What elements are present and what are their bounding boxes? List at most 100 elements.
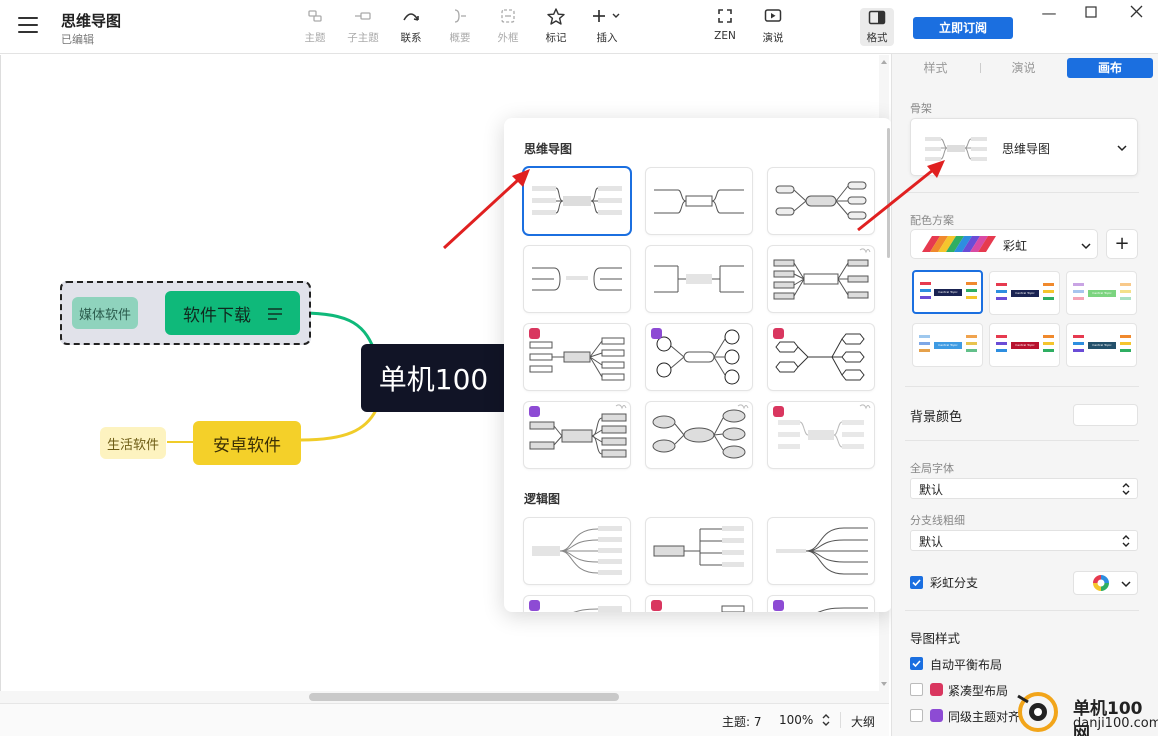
structure-card-hexagon-locked[interactable] [768, 324, 874, 390]
minimize-icon[interactable]: — [1034, 4, 1064, 22]
topic-software-download-label: 软件下载 [183, 305, 251, 326]
global-font-label: 全局字体 [910, 462, 954, 475]
lock-icon [773, 406, 784, 417]
structure-card-balanced[interactable] [646, 168, 752, 234]
maximize-icon[interactable] [1076, 4, 1106, 22]
chevron-down-icon [1121, 581, 1131, 588]
structure-card-cards-locked[interactable] [524, 402, 630, 468]
compact-layout-checkbox[interactable] [910, 683, 923, 696]
topic-android-software[interactable]: 安卓软件 [193, 421, 301, 465]
layout-style-title: 导图样式 [910, 631, 961, 646]
menu-icon[interactable] [18, 17, 38, 33]
insert-button[interactable]: 插入 [585, 8, 629, 45]
theme-thumbnail[interactable]: Central Topic [912, 270, 983, 314]
global-font-select[interactable]: 默认 [910, 478, 1138, 499]
global-font-value: 默认 [919, 483, 944, 497]
zen-button[interactable]: ZEN [703, 8, 747, 42]
structure-card-logic-dashed[interactable] [646, 518, 752, 584]
lock-icon [651, 328, 662, 339]
line-width-select[interactable]: 默认 [910, 530, 1138, 551]
theme-thumbnail[interactable]: Central Topic [989, 323, 1060, 367]
structure-card-timeline-mindmap[interactable] [646, 246, 752, 312]
theme-thumbnail[interactable]: Central Topic [989, 271, 1060, 315]
skeleton-select[interactable]: 思维导图 [910, 118, 1138, 176]
topic-label: 主题 [304, 32, 326, 44]
structure-card-logic-right-locked[interactable] [524, 324, 630, 390]
summary-icon [438, 8, 482, 28]
align-siblings-label: 同级主题对齐 [948, 710, 1021, 724]
structure-card-logic-locked-3[interactable] [768, 596, 874, 612]
zen-icon [703, 8, 747, 28]
theme-thumbnail[interactable]: Central Topic [1066, 323, 1137, 367]
auto-balance-checkbox[interactable] [910, 657, 923, 670]
outline-button[interactable]: 大纲 [851, 713, 875, 730]
divider [905, 192, 1139, 193]
horizontal-scroll-thumb[interactable] [309, 693, 619, 701]
structure-card-logic-right[interactable] [524, 518, 630, 584]
structure-card-mindmap-boxed[interactable] [768, 246, 874, 312]
color-scheme-select[interactable]: 彩虹 [910, 229, 1098, 259]
structure-card-ellipses[interactable] [646, 402, 752, 468]
boundary-label: 外框 [497, 32, 519, 44]
theme-thumbnail[interactable]: Central Topic [912, 323, 983, 367]
structure-card-logic-locked-1[interactable] [524, 596, 630, 612]
background-color-swatch[interactable] [1073, 404, 1138, 426]
tab-style[interactable]: 样式 [898, 58, 973, 78]
theme-thumbnail[interactable]: Central Topic [1066, 271, 1137, 315]
xmind-window: 思维导图 已编辑 主题 子主题 联系 概要 外框 标记 插入 ZEN 演说 格式… [0, 0, 1158, 736]
relation-button[interactable]: 联系 [389, 8, 433, 45]
subtopic-button[interactable]: 子主题 [341, 8, 385, 45]
structure-card-tree-right[interactable] [768, 518, 874, 584]
present-label: 演说 [762, 32, 784, 44]
structure-card-brace[interactable] [524, 246, 630, 312]
boundary-button[interactable]: 外框 [486, 8, 530, 45]
subscribe-button[interactable]: 立即订阅 [913, 17, 1013, 39]
marker-label: 标记 [545, 32, 567, 44]
boundary-icon [486, 8, 530, 28]
structure-card-circles-locked[interactable] [646, 324, 752, 390]
topic-software-download[interactable]: 软件下载 [165, 291, 300, 335]
watermark-logo-icon [1017, 692, 1058, 732]
notes-icon[interactable] [268, 305, 282, 325]
tab-canvas[interactable]: 画布 [1067, 58, 1153, 78]
document-title: 思维导图 [61, 12, 122, 30]
align-siblings-checkbox[interactable] [910, 709, 923, 722]
line-width-value: 默认 [919, 535, 944, 549]
topic-button[interactable]: 主题 [293, 8, 337, 45]
compact-layout-label: 紧凑型布局 [948, 684, 1009, 698]
structure-card-bubbles[interactable] [768, 168, 874, 234]
zen-label: ZEN [714, 30, 736, 42]
tab-present[interactable]: 演说 [986, 58, 1061, 78]
summary-label: 概要 [449, 32, 471, 44]
zoom-stepper-icon[interactable] [821, 713, 831, 727]
child-topic-life[interactable]: 生活软件 [100, 427, 166, 459]
central-topic[interactable]: 单机100 [361, 344, 506, 412]
lock-icon [930, 683, 943, 696]
structure-card-logic-locked-2[interactable] [646, 596, 752, 612]
marker-button[interactable]: 标记 [534, 8, 578, 45]
present-button[interactable]: 演说 [751, 8, 795, 45]
rainbow-branch-checkbox[interactable] [910, 576, 923, 589]
divider [905, 386, 1139, 387]
rainbow-swatch-icon [922, 236, 996, 252]
summary-button[interactable]: 概要 [438, 8, 482, 45]
lock-icon [529, 328, 540, 339]
rainbow-color-picker[interactable] [1073, 571, 1138, 595]
structure-card-light-locked[interactable] [768, 402, 874, 468]
document-status: 已编辑 [61, 33, 94, 46]
relation-label: 联系 [400, 32, 422, 44]
divider [905, 440, 1139, 441]
structure-card-mindmap[interactable] [524, 168, 630, 234]
title-bar: 思维导图 已编辑 主题 子主题 联系 概要 外框 标记 插入 ZEN 演说 格式… [0, 0, 1158, 54]
rainbow-branch-label: 彩虹分支 [930, 576, 979, 590]
close-icon[interactable] [1121, 4, 1151, 22]
child-topic-media[interactable]: 媒体软件 [72, 297, 138, 329]
theme-thumbnail-text: Central Topic [938, 343, 958, 347]
zoom-level[interactable]: 100% [779, 713, 813, 727]
theme-thumbnail-text: Central Topic [1015, 291, 1035, 295]
picker-scrollbar[interactable] [887, 128, 890, 258]
format-button[interactable]: 格式 [860, 8, 894, 46]
add-color-scheme-button[interactable]: + [1106, 229, 1138, 259]
watermark-url: danji100.com [1073, 716, 1158, 731]
section-title-mindmap: 思维导图 [524, 142, 573, 156]
